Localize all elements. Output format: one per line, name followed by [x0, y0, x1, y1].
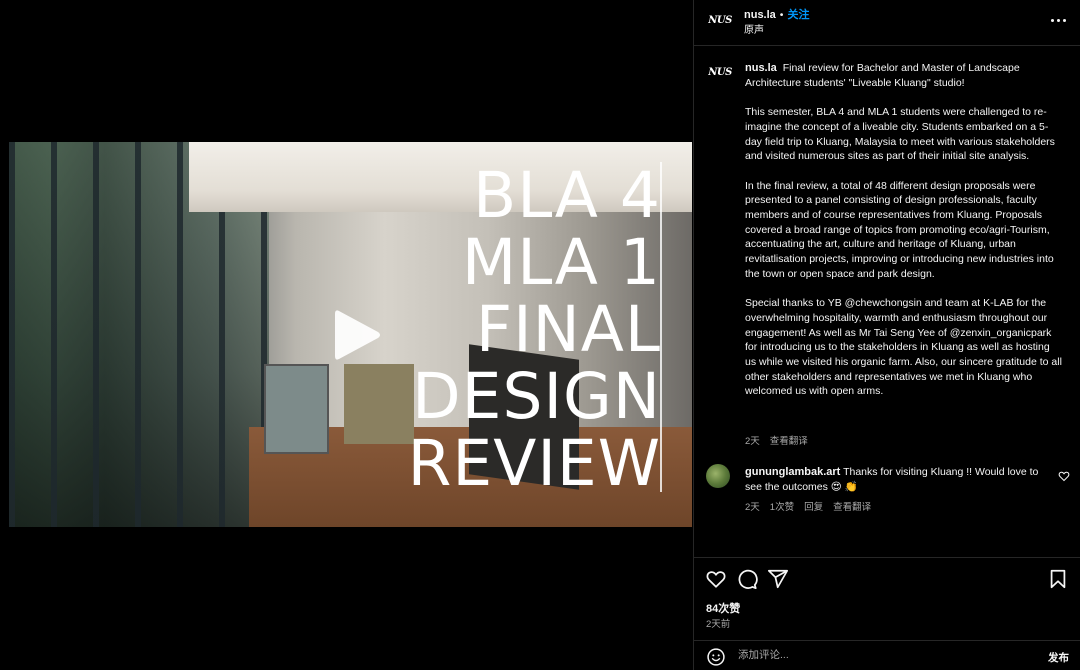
comment-age[interactable]: 2天 [745, 502, 760, 513]
share-icon[interactable] [767, 568, 789, 590]
follow-button[interactable]: 关注 [787, 9, 809, 21]
caption-meta: 2天 查看翻译 [745, 433, 818, 447]
video-title-line: BLA 4 [473, 159, 661, 232]
caption-avatar[interactable]: NUS [706, 58, 734, 86]
caption-age[interactable]: 2天 [745, 436, 760, 447]
comment-icon[interactable] [736, 568, 758, 590]
post-sidebar: NUS nus.la • 关注 原声 NUS nus.la Final review… [693, 0, 1080, 670]
caption-text: Final review for Bachelor and Master of … [745, 62, 1020, 89]
emoji-icon[interactable] [706, 647, 726, 667]
video-title-line: MLA 1 [461, 226, 661, 299]
add-comment-bar: 发布 [694, 640, 1080, 670]
video-player[interactable]: BLA 4 MLA 1 FINAL DESIGN REVIEW [9, 142, 692, 527]
video-frame-board [264, 364, 329, 454]
comment-avatar[interactable] [706, 464, 730, 488]
caption-paragraph: nus.la Final review for Bachelor and Mas… [745, 61, 1063, 90]
more-icon[interactable] [1049, 13, 1069, 27]
post-comment-button[interactable]: 发布 [1048, 650, 1069, 665]
play-icon[interactable] [331, 307, 383, 363]
caption-username[interactable]: nus.la [745, 62, 777, 74]
comment-username[interactable]: gununglambak.art [745, 466, 840, 478]
translate-link[interactable]: 查看翻译 [770, 436, 808, 447]
video-title-line: REVIEW [407, 427, 661, 500]
post-caption: nus.la Final review for Bachelor and Mas… [745, 61, 1063, 414]
translate-link[interactable]: 查看翻译 [833, 502, 871, 513]
video-title-line: DESIGN [412, 360, 661, 433]
caption-paragraph: Special thanks to YB @chewchongsin and t… [745, 297, 1062, 398]
comment-likes[interactable]: 1次赞 [770, 502, 794, 513]
post-timestamp[interactable]: 2天前 [706, 616, 730, 630]
comment-heart-icon[interactable] [1058, 470, 1070, 482]
reply-button[interactable]: 回复 [804, 502, 823, 513]
avatar[interactable]: NUS [706, 6, 734, 34]
comment-input[interactable] [738, 649, 1018, 661]
account-name[interactable]: nus.la [744, 9, 776, 21]
audio-label[interactable]: 原声 [744, 21, 764, 36]
media-pane: BLA 4 MLA 1 FINAL DESIGN REVIEW [0, 0, 693, 670]
bookmark-icon[interactable] [1047, 568, 1069, 590]
like-count[interactable]: 84次赞 [706, 600, 740, 616]
heart-icon[interactable] [705, 568, 727, 590]
comment-meta: 2天 1次赞 回复 查看翻译 [745, 499, 881, 513]
separator-dot: • [779, 9, 784, 21]
caption-paragraph: This semester, BLA 4 and MLA 1 students … [745, 106, 1055, 163]
caption-paragraph: In the final review, a total of 48 diffe… [745, 179, 1054, 280]
video-title-overlay: BLA 4 MLA 1 FINAL DESIGN REVIEW [401, 162, 661, 497]
header-user-line: nus.la • 关注 [744, 6, 809, 22]
video-title-line: FINAL [475, 293, 661, 366]
comment-item: gununglambak.art Thanks for visiting Klu… [745, 465, 1050, 494]
post-header: NUS nus.la • 关注 原声 [694, 0, 1080, 46]
